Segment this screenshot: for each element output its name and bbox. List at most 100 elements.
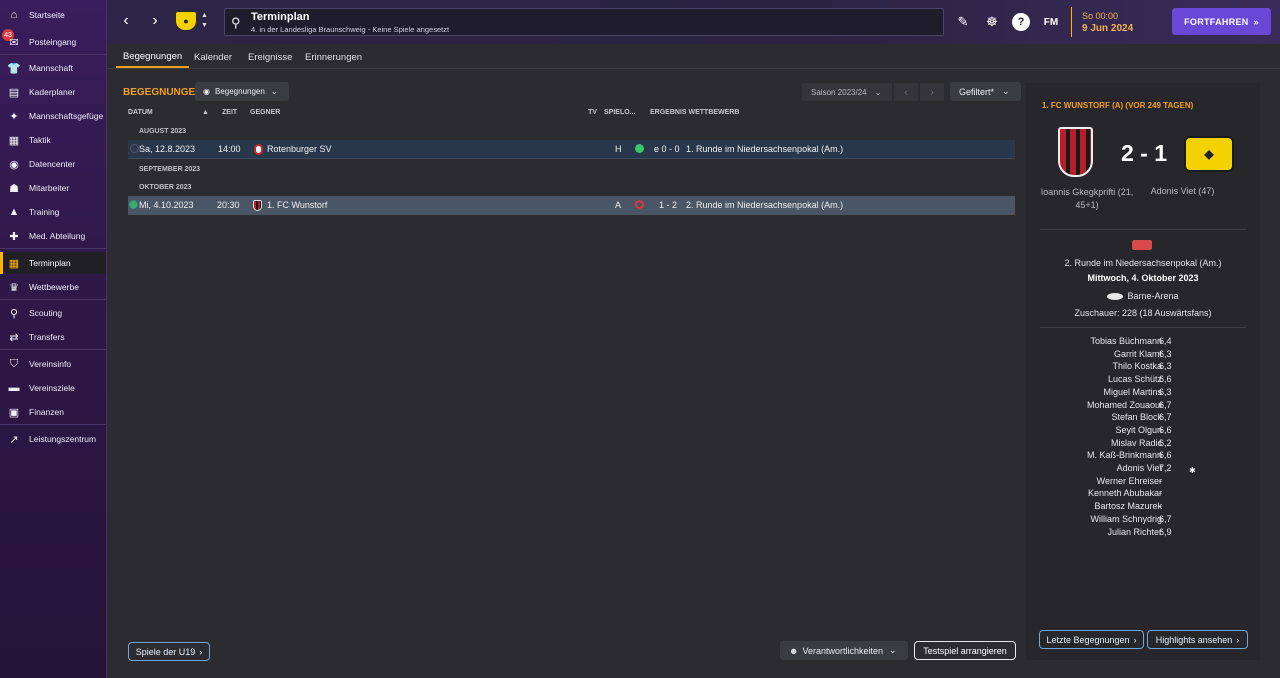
chevron-right-icon: › xyxy=(152,12,158,29)
sidebar-item-startseite[interactable]: ⌂ Startseite xyxy=(0,4,106,26)
player-name[interactable]: Stefan Block xyxy=(1111,412,1162,422)
table-row[interactable]: Sa, 12.8.2023 14:00 Rotenburger SV H e 0… xyxy=(128,140,1015,159)
view-dropdown[interactable]: ◉ Begegnungen ⌄ xyxy=(195,82,289,101)
top-bar: ‹ › ● ▲ ▼ ⚲ Terminplan 4. in der Landesl… xyxy=(107,0,1280,44)
inbox-icon: ✉ xyxy=(9,36,19,49)
sidebar-item-leistungszentrum[interactable]: ↗ Leistungszentrum xyxy=(0,428,106,450)
responsibilities-dropdown[interactable]: ☻ Verantwortlichkeiten ⌄ xyxy=(780,641,908,660)
player-name[interactable]: M. Kaß-Brinkmann xyxy=(1087,450,1162,460)
sidebar-item-scouting[interactable]: ⚲ Scouting xyxy=(0,302,106,324)
sidebar-item-transfers[interactable]: ⇄ Transfers xyxy=(0,326,106,348)
sidebar-item-vereinsziele[interactable]: ▬ Vereinsziele xyxy=(0,377,106,399)
player-name[interactable]: Kenneth Abubakar xyxy=(1088,488,1162,498)
competition-name[interactable]: 2. Runde im Niedersachsenpokal (Am.) xyxy=(1026,258,1260,268)
away-club-crest[interactable]: ◆ xyxy=(1184,136,1234,172)
sidebar-item-training[interactable]: ▲ Training xyxy=(0,201,106,223)
sidebar-item-vereinsinfo[interactable]: ⛉ Vereinsinfo xyxy=(0,353,106,375)
stadium-icon xyxy=(1107,293,1124,301)
arrange-friendly-button[interactable]: Testspiel arrangieren xyxy=(914,641,1016,660)
status-icon xyxy=(130,144,139,153)
result[interactable]: e 0 - 0 xyxy=(654,144,680,154)
edit-icon[interactable]: ✎ xyxy=(954,13,972,31)
match-score: 2 - 1 xyxy=(1120,140,1168,166)
player-name[interactable]: Werner Ehreiser xyxy=(1097,476,1162,486)
table-row[interactable]: Mi, 4.10.2023 20:30 1. FC Wunstorf A 1 -… xyxy=(128,196,1015,215)
tab-begegnungen[interactable]: Begegnungen xyxy=(116,46,190,68)
match-header[interactable]: 1. FC WUNSTORF (A) (VOR 249 TAGEN) xyxy=(1042,101,1193,110)
competition[interactable]: 1. Runde im Niedersachsenpokal (Am.) xyxy=(686,144,843,154)
player-name[interactable]: Mohamed Zouaoui xyxy=(1087,400,1162,410)
player-name[interactable]: Tobias Büchmann xyxy=(1090,336,1162,346)
column-header-time[interactable]: ZEIT xyxy=(222,109,237,116)
season-dropdown[interactable]: Saison 2023/24 ⌄ xyxy=(802,83,892,101)
sidebar-item-terminplan[interactable]: ▦ Terminplan xyxy=(0,252,106,274)
fm-menu-button[interactable]: FM xyxy=(1041,13,1061,31)
player-name[interactable]: Mislav Radić xyxy=(1111,438,1162,448)
sidebar-item-wettbewerbe[interactable]: ♛ Wettbewerbe xyxy=(0,276,106,298)
player-rating: - xyxy=(1159,488,1162,499)
back-button[interactable]: ‹ xyxy=(116,11,136,31)
search-title-box[interactable]: ⚲ Terminplan 4. in der Landesliga Brauns… xyxy=(224,8,944,36)
column-header-result[interactable]: ERGEBNIS WETTBEWERB xyxy=(650,109,739,116)
shirt-icon: 👕 xyxy=(7,62,21,75)
competition[interactable]: 2. Runde im Niedersachsenpokal (Am.) xyxy=(686,200,843,210)
u19-matches-button[interactable]: Spiele der U19 › xyxy=(128,642,210,661)
player-name[interactable]: Garrit Klamt xyxy=(1114,349,1162,359)
result[interactable]: 1 - 2 xyxy=(659,200,677,210)
sidebar-item-mannschaftsgefuege[interactable]: ✦ Mannschaftsgefüge xyxy=(0,105,106,127)
help-icon[interactable]: ? xyxy=(1012,13,1030,31)
opponent-name[interactable]: Rotenburger SV xyxy=(267,144,332,154)
sidebar-item-mitarbeiter[interactable]: ☗ Mitarbeiter xyxy=(0,177,106,199)
player-name[interactable]: Julian Richter xyxy=(1107,527,1162,537)
sidebar-item-posteingang[interactable]: ✉ Posteingang xyxy=(0,31,106,53)
player-name[interactable]: Bartosz Mazurek xyxy=(1094,501,1162,511)
tab-bar: Begegnungen Kalender Ereignisse Erinneru… xyxy=(107,44,1280,69)
tab-kalender[interactable]: Kalender xyxy=(187,46,239,68)
double-chevron-right-icon: » xyxy=(1253,16,1259,27)
last-matches-button[interactable]: Letzte Begegnungen › xyxy=(1039,630,1144,649)
sidebar-item-finanzen[interactable]: ▣ Finanzen xyxy=(0,401,106,423)
forward-button[interactable]: › xyxy=(145,11,165,31)
tab-ereignisse[interactable]: Ereignisse xyxy=(241,46,299,68)
search-icon[interactable]: ⚲ xyxy=(231,15,241,31)
home-club-crest[interactable] xyxy=(1058,127,1093,177)
column-header-date[interactable]: DATUM xyxy=(128,109,153,116)
tactics-brain-icon[interactable]: ☸ xyxy=(983,13,1001,31)
player-name[interactable]: Lucas Schütz xyxy=(1108,374,1162,384)
highlights-button[interactable]: Highlights ansehen › xyxy=(1147,630,1248,649)
dynamics-icon: ✦ xyxy=(9,110,19,123)
sidebar-divider xyxy=(0,248,106,249)
player-name[interactable]: Thilo Kostka xyxy=(1112,361,1162,371)
sidebar-item-taktik[interactable]: ▦ Taktik xyxy=(0,129,106,151)
match-time: 20:30 xyxy=(217,200,240,210)
win-icon xyxy=(635,144,644,153)
sidebar-item-datencenter[interactable]: ◉ Datencenter xyxy=(0,153,106,175)
month-header: SEPTEMBER 2023 xyxy=(139,165,201,173)
club-vision-icon: ▬ xyxy=(8,382,20,394)
game-date-value: 9 Jun 2024 xyxy=(1082,23,1134,34)
column-header-opponent[interactable]: GEGNER xyxy=(250,109,280,116)
club-crest[interactable]: ● xyxy=(175,11,197,31)
tab-erinnerungen[interactable]: Erinnerungen xyxy=(298,46,369,68)
chevron-down-icon[interactable]: ▼ xyxy=(201,22,208,29)
home-scorers: Ioannis Gkegkprifti (21, 45+1) xyxy=(1040,187,1134,210)
column-header-tv[interactable]: TV xyxy=(588,109,597,116)
sidebar-item-mannschaft[interactable]: 👕 Mannschaft xyxy=(0,57,106,79)
prev-season-button[interactable]: ‹ xyxy=(894,83,918,101)
player-name[interactable]: Seyit Olgun xyxy=(1115,425,1162,435)
player-rating: 7,2 xyxy=(1159,463,1172,473)
filter-dropdown[interactable]: Gefiltert* ⌄ xyxy=(950,82,1021,101)
next-season-button[interactable]: › xyxy=(920,83,944,101)
opponent-name[interactable]: 1. FC Wunstorf xyxy=(267,200,327,210)
player-rating: 6,9 xyxy=(1159,526,1172,537)
column-header-venue[interactable]: SPIELO... xyxy=(604,109,636,116)
player-name[interactable]: William Schnydrig xyxy=(1090,514,1162,524)
divider xyxy=(1040,327,1246,328)
sidebar-item-med-abteilung[interactable]: ✚ Med. Abteilung xyxy=(0,225,106,247)
club-crest-icon xyxy=(254,144,263,155)
chevron-up-icon[interactable]: ▲ xyxy=(201,12,208,19)
player-name[interactable]: Miguel Martins xyxy=(1103,387,1162,397)
continue-button[interactable]: FORTFAHREN» xyxy=(1172,8,1271,35)
player-name[interactable]: Adonis Viet xyxy=(1117,463,1162,473)
sidebar-item-kaderplaner[interactable]: ▤ Kaderplaner xyxy=(0,81,106,103)
